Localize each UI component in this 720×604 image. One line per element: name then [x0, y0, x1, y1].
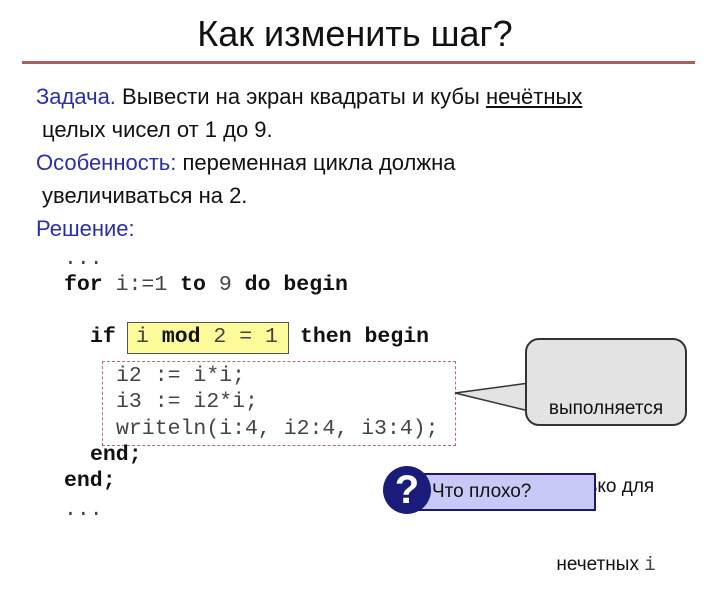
question-mark-icon: ? [383, 466, 431, 514]
question-text: Что плохо? [432, 481, 532, 502]
callout-text: нечетных [556, 554, 645, 575]
callout-var: i [644, 554, 656, 576]
callout-line-3: нечетных i [527, 552, 685, 578]
callout-line-1: выполняется [548, 398, 664, 419]
callout-bubble: выполняется только для нечетных i [525, 338, 687, 576]
